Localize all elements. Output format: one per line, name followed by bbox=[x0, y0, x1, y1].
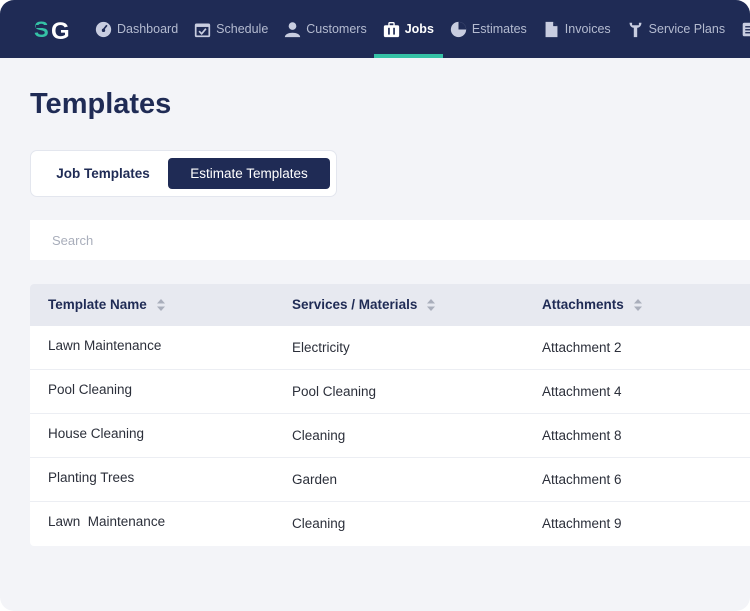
cell-template-name: Pool Cleaning bbox=[48, 382, 133, 397]
nav-item-label: Estimates bbox=[471, 22, 527, 36]
templates-table: Template Name Services / Materials Attac… bbox=[30, 284, 750, 546]
cell-attachments: Attachment 4 bbox=[542, 384, 622, 399]
calendar-icon bbox=[195, 23, 211, 37]
tab-estimate-templates[interactable]: Estimate Templates bbox=[168, 158, 330, 189]
wrench-icon bbox=[629, 22, 642, 37]
brand-logo[interactable]: S G bbox=[34, 16, 76, 42]
app-window: S G Dashboard Schedule Customers Jobs Es… bbox=[0, 0, 750, 611]
table-row[interactable]: Planting Trees Garden Attachment 6 bbox=[30, 458, 750, 502]
nav-item-label: Schedule bbox=[216, 22, 269, 36]
cell-services-materials: Garden bbox=[292, 472, 338, 487]
column-header-label: Services / Materials bbox=[292, 297, 418, 312]
nav-item-label: Invoices bbox=[564, 22, 611, 36]
search-input[interactable] bbox=[30, 220, 750, 260]
sort-icon[interactable] bbox=[633, 299, 642, 312]
nav-item-schedule[interactable]: Schedule bbox=[194, 0, 268, 58]
cell-template-name: Lawn Maintenance bbox=[48, 338, 162, 353]
svg-text:G: G bbox=[51, 18, 70, 42]
cell-services-materials: Cleaning bbox=[292, 428, 346, 443]
nav-item-dashboard[interactable]: Dashboard bbox=[95, 0, 178, 58]
table-header: Template Name Services / Materials Attac… bbox=[30, 284, 750, 326]
table-row[interactable]: Lawn Maintenance Cleaning Attachment 9 bbox=[30, 502, 750, 546]
column-header-label: Template Name bbox=[48, 297, 147, 312]
pie-icon bbox=[450, 21, 467, 37]
column-header-label: Attachments bbox=[542, 297, 624, 312]
table-row[interactable]: Pool Cleaning Pool Cleaning Attachment 4 bbox=[30, 370, 750, 414]
cell-attachments: Attachment 2 bbox=[542, 340, 622, 355]
nav-item-label: Dashboard bbox=[117, 22, 179, 36]
table-row[interactable]: Lawn Maintenance Electricity Attachment … bbox=[30, 326, 750, 370]
cell-template-name: House Cleaning bbox=[48, 426, 145, 441]
cell-attachments: Attachment 6 bbox=[542, 472, 622, 487]
nav-item-jobs[interactable]: Jobs bbox=[373, 0, 444, 58]
nav-item-estimates[interactable]: Estimates bbox=[450, 0, 527, 58]
sort-icon[interactable] bbox=[156, 299, 165, 312]
nav-item-more[interactable] bbox=[741, 0, 750, 58]
page-title: Templates bbox=[30, 88, 172, 120]
cell-template-name: Planting Trees bbox=[48, 470, 135, 485]
cell-attachments: Attachment 9 bbox=[542, 516, 622, 531]
cell-services-materials: Electricity bbox=[292, 340, 350, 355]
document-icon bbox=[545, 21, 558, 37]
cell-services-materials: Pool Cleaning bbox=[292, 384, 377, 399]
list-icon bbox=[742, 22, 750, 36]
nav-menu: Dashboard Schedule Customers Jobs Estima… bbox=[95, 0, 750, 58]
nav-item-label: Jobs bbox=[404, 22, 434, 36]
table-row[interactable]: House Cleaning Cleaning Attachment 8 bbox=[30, 414, 750, 458]
tab-job-templates[interactable]: Job Templates bbox=[43, 158, 163, 189]
template-type-tabs: Job Templates Estimate Templates bbox=[30, 150, 337, 197]
nav-item-invoices[interactable]: Invoices bbox=[543, 0, 611, 58]
user-icon bbox=[285, 21, 301, 37]
nav-item-customers[interactable]: Customers bbox=[284, 0, 367, 58]
cell-template-name: Lawn Maintenance bbox=[48, 514, 166, 529]
sort-icon[interactable] bbox=[427, 299, 436, 312]
column-header-attachments[interactable]: Attachments bbox=[542, 284, 642, 326]
dashboard-icon bbox=[95, 21, 112, 37]
top-navigation: S G Dashboard Schedule Customers Jobs Es… bbox=[0, 0, 750, 58]
nav-item-service-plans[interactable]: Service Plans bbox=[627, 0, 725, 58]
svg-text:S: S bbox=[34, 17, 49, 42]
cell-attachments: Attachment 8 bbox=[542, 428, 622, 443]
cell-services-materials: Cleaning bbox=[292, 516, 346, 531]
nav-item-label: Service Plans bbox=[648, 22, 726, 36]
nav-item-label: Customers bbox=[306, 22, 367, 36]
column-header-services-materials[interactable]: Services / Materials bbox=[292, 284, 436, 326]
briefcase-icon bbox=[383, 21, 399, 37]
column-header-template-name[interactable]: Template Name bbox=[48, 284, 165, 326]
